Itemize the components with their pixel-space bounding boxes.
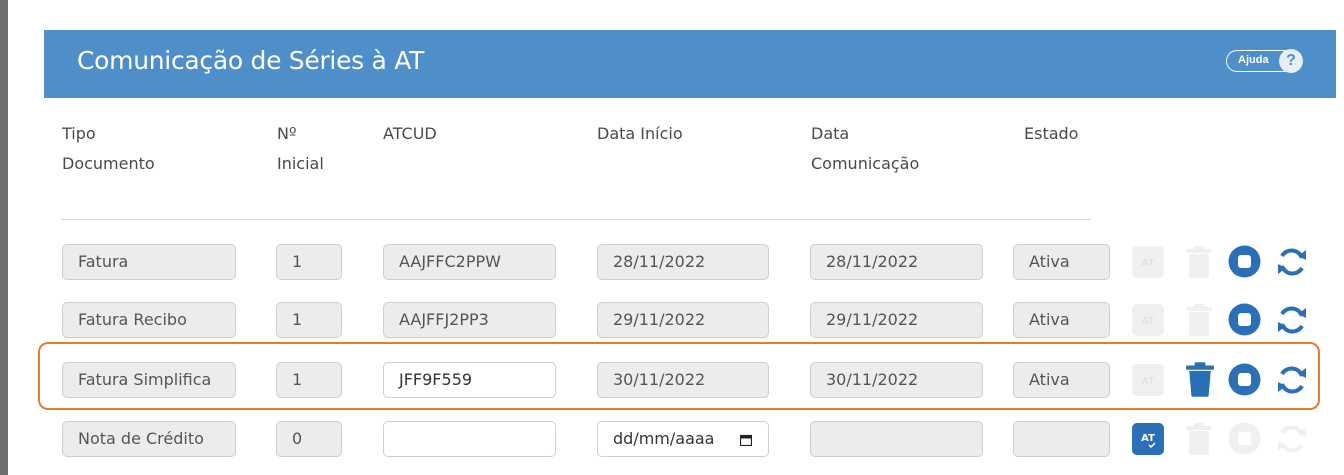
stop-icon <box>1228 422 1261 455</box>
inicial-field: 1 <box>276 362 342 398</box>
tipo-field: Nota de Crédito <box>62 421 236 457</box>
refresh-icon[interactable] <box>1275 363 1309 397</box>
estado-field <box>1013 421 1110 457</box>
calendar-icon[interactable] <box>740 434 752 446</box>
at-icon-text: AT <box>1142 376 1155 387</box>
col-header-line: Documento <box>62 154 155 173</box>
data-inicio-field: 29/11/2022 <box>597 302 769 338</box>
date-placeholder: dd/mm/aaaa <box>613 429 715 448</box>
panel-header: Comunicação de Séries à AT Ajuda ? <box>44 30 1336 98</box>
atcud-input[interactable]: JFF9F559 <box>383 362 556 398</box>
trash-icon <box>1186 423 1212 455</box>
refresh-icon[interactable] <box>1275 303 1309 337</box>
col-header-line: Estado <box>1024 124 1079 143</box>
page-title: Comunicação de Séries à AT <box>77 46 425 75</box>
at-icon-text: AT <box>1142 258 1155 269</box>
at-icon-text: AT <box>1142 316 1155 327</box>
estado-field: Ativa <box>1013 302 1110 338</box>
inicial-field: 1 <box>276 302 342 338</box>
inicial-field: 0 <box>276 421 342 457</box>
data-inicio-input[interactable]: dd/mm/aaaa <box>597 421 769 457</box>
estado-field: Ativa <box>1013 244 1110 280</box>
data-inicio-field: 30/11/2022 <box>597 362 769 398</box>
data-comunicacao-field <box>810 421 983 457</box>
communicate-at-icon: AT <box>1132 364 1164 396</box>
tipo-field: Fatura Recibo <box>62 302 236 338</box>
col-header-line: Nº <box>277 124 297 143</box>
help-button[interactable]: Ajuda ? <box>1226 49 1303 73</box>
col-header-data-comunicacao: Data Comunicação <box>811 119 919 179</box>
col-header-estado: Estado <box>1024 119 1078 149</box>
col-header-line: ATCUD <box>383 124 437 143</box>
trash-icon <box>1186 304 1212 336</box>
communicate-at-icon[interactable]: AT <box>1132 423 1164 455</box>
data-comunicacao-field: 30/11/2022 <box>810 362 983 398</box>
data-comunicacao-field: 29/11/2022 <box>810 302 983 338</box>
col-header-tipo: Tipo Documento <box>62 119 155 179</box>
data-inicio-field: 28/11/2022 <box>597 244 769 280</box>
trash-icon <box>1186 246 1212 278</box>
stop-icon[interactable] <box>1228 363 1261 396</box>
col-header-line: Data <box>811 124 850 143</box>
tipo-field: Fatura <box>62 244 236 280</box>
communicate-at-icon: AT <box>1132 246 1164 278</box>
header-divider <box>61 219 1091 220</box>
trash-icon[interactable] <box>1186 362 1214 397</box>
tipo-field: Fatura Simplifica <box>62 362 236 398</box>
col-header-atcud: ATCUD <box>383 119 437 149</box>
atcud-input[interactable] <box>383 421 556 457</box>
col-header-line: Tipo <box>62 124 96 143</box>
refresh-icon[interactable] <box>1275 245 1309 279</box>
help-icon: ? <box>1279 49 1303 73</box>
stop-icon[interactable] <box>1228 303 1261 336</box>
communicate-at-icon: AT <box>1132 304 1164 336</box>
col-header-inicial: Nº Inicial <box>277 119 324 179</box>
data-comunicacao-field: 28/11/2022 <box>810 244 983 280</box>
col-header-line: Comunicação <box>811 154 920 173</box>
refresh-icon <box>1278 425 1306 453</box>
atcud-field: AAJFFJ2PP3 <box>383 302 556 338</box>
col-header-line: Data Início <box>597 124 683 143</box>
help-label: Ajuda <box>1238 54 1269 66</box>
at-icon-text: AT <box>1141 433 1155 444</box>
atcud-field: AAJFFC2PPW <box>383 244 556 280</box>
col-header-data-inicio: Data Início <box>597 119 683 149</box>
inicial-field: 1 <box>276 244 342 280</box>
stop-icon[interactable] <box>1228 245 1261 278</box>
estado-field: Ativa <box>1013 362 1110 398</box>
col-header-line: Inicial <box>277 154 324 173</box>
